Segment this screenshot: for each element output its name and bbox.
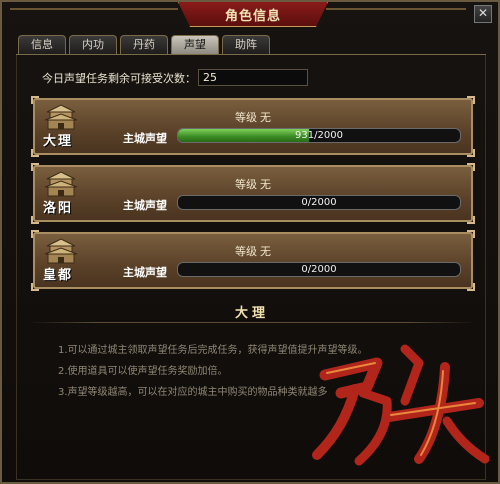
tab-assist[interactable]: 助阵 <box>222 35 270 54</box>
level-label: 等级 <box>235 178 257 191</box>
level-label: 等级 <box>235 245 257 258</box>
city-name: 洛阳 <box>43 201 74 216</box>
panel-corner <box>31 163 39 171</box>
panel-corner <box>467 216 475 224</box>
tip-line: 3.声望等级越高，可以在对应的城主中购买的物品种类就越多 <box>58 387 328 398</box>
city-name: 皇都 <box>43 268 74 283</box>
city-panel-luoyang[interactable]: 洛阳 等级无 主城声望 0/2000 <box>31 163 475 224</box>
city-panel-imperial-capital[interactable]: 皇都 等级无 主城声望 0/2000 <box>31 230 475 291</box>
level-row: 等级无 <box>35 109 471 125</box>
city-reputation-label: 主城声望 <box>123 132 167 145</box>
progress-text: 931/2000 <box>295 130 343 141</box>
city-name: 大理 <box>43 134 74 149</box>
reputation-progress-bar: 0/2000 <box>177 262 461 277</box>
panel-corner <box>31 96 39 104</box>
title-banner: 角色信息 <box>178 2 328 27</box>
section-divider <box>28 322 476 323</box>
remaining-tasks-value: 25 <box>198 69 308 86</box>
progress-text: 0/2000 <box>301 264 337 275</box>
level-value: 无 <box>260 111 271 124</box>
reputation-progress-bar: 0/2000 <box>177 195 461 210</box>
character-info-window: 角色信息 ✕ 信息 内功 丹药 声望 助阵 今日声望任务剩余可接受次数： 25 … <box>0 0 500 484</box>
level-value: 无 <box>260 178 271 191</box>
city-reputation-label: 主城声望 <box>123 199 167 212</box>
remaining-tasks-label: 今日声望任务剩余可接受次数： <box>42 72 196 85</box>
panel-corner <box>31 216 39 224</box>
panel-corner <box>467 283 475 291</box>
tab-internal-skill[interactable]: 内功 <box>69 35 117 54</box>
window-title: 角色信息 <box>224 8 281 24</box>
level-value: 无 <box>260 245 271 258</box>
panel-corner <box>31 149 39 157</box>
level-label: 等级 <box>235 111 257 124</box>
tab-elixir[interactable]: 丹药 <box>120 35 168 54</box>
tab-bar: 信息 内功 丹药 声望 助阵 <box>18 35 273 54</box>
tab-reputation[interactable]: 声望 <box>171 35 219 54</box>
panel-corner <box>467 163 475 171</box>
tip-line: 2.使用道具可以使声望任务奖励加倍。 <box>58 366 228 377</box>
tab-info[interactable]: 信息 <box>18 35 66 54</box>
panel-corner <box>31 230 39 238</box>
progress-text: 0/2000 <box>301 197 337 208</box>
close-button[interactable]: ✕ <box>474 5 492 23</box>
calligraphy-logo <box>312 344 490 466</box>
reputation-progress-bar: 931/2000 <box>177 128 461 143</box>
title-ornament-right <box>326 8 466 10</box>
city-panel-dali[interactable]: 大理 等级无 主城声望 931/2000 <box>31 96 475 157</box>
selected-city-title: 大理 <box>234 306 269 321</box>
panel-corner <box>467 96 475 104</box>
panel-corner <box>31 283 39 291</box>
level-row: 等级无 <box>35 243 471 259</box>
city-reputation-label: 主城声望 <box>123 266 167 279</box>
level-row: 等级无 <box>35 176 471 192</box>
title-ornament-left <box>10 8 178 10</box>
panel-corner <box>467 149 475 157</box>
panel-corner <box>467 230 475 238</box>
